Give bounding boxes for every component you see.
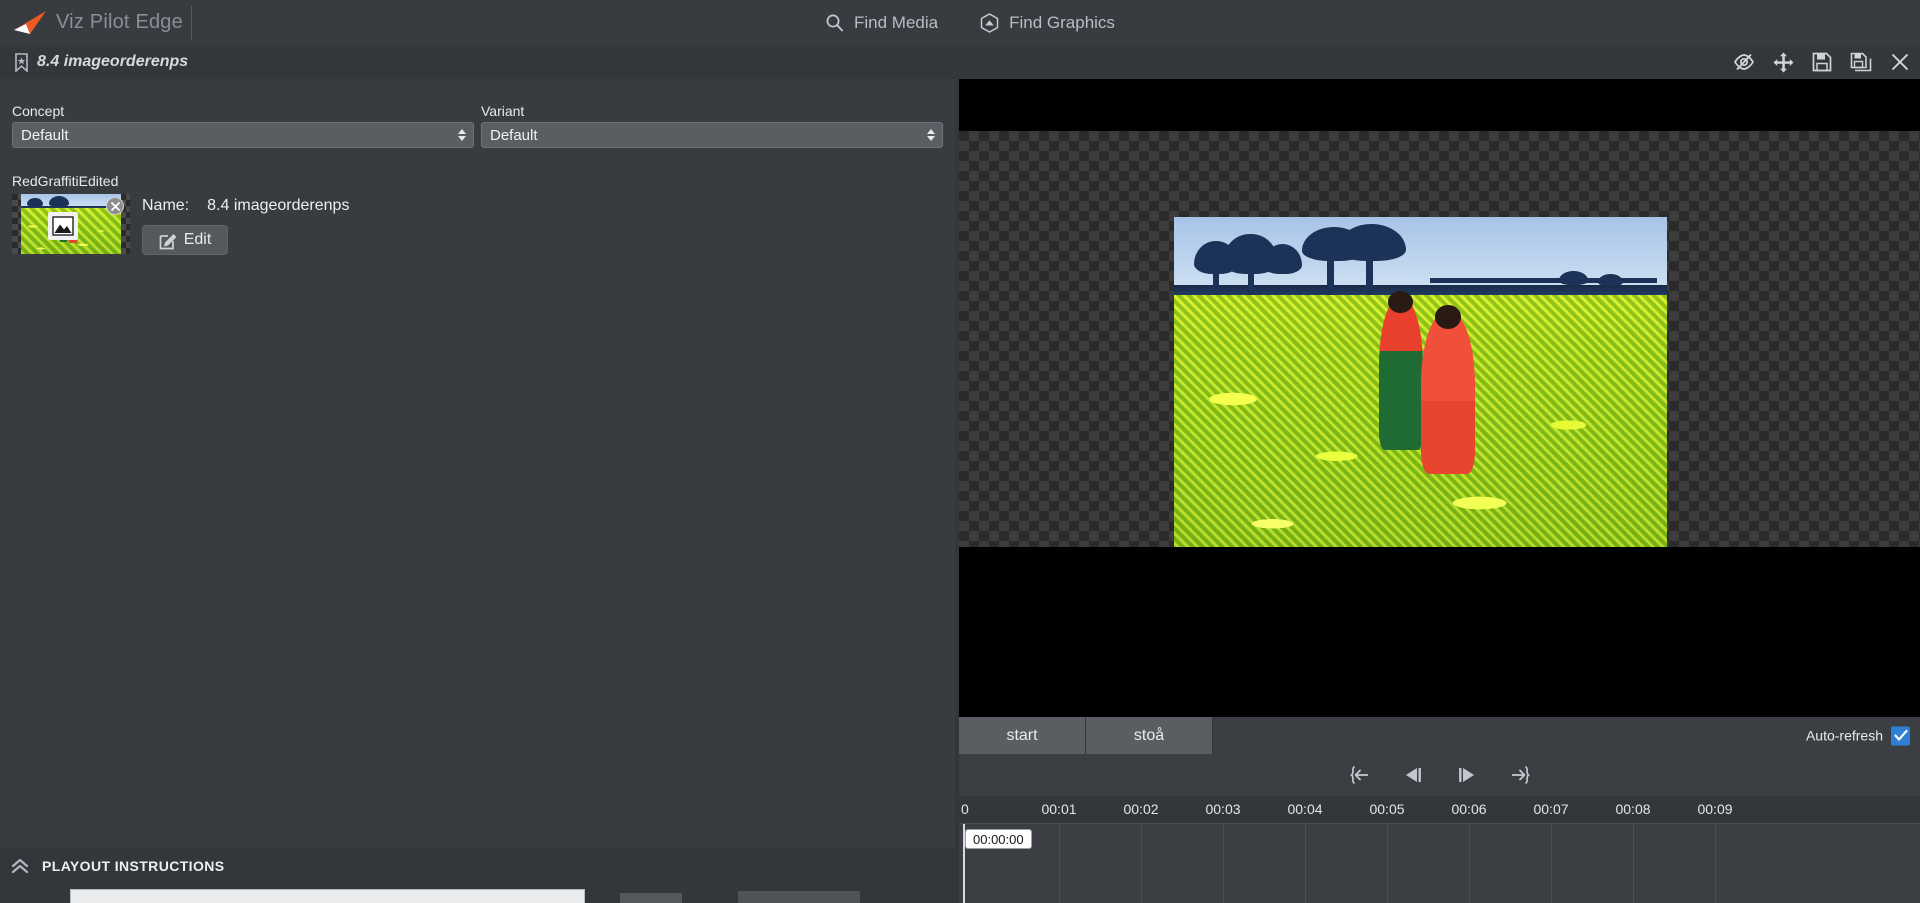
brand-name: Viz Pilot Edge: [56, 11, 183, 33]
variant-label: Variant: [481, 103, 525, 119]
timeline-tick: 00:04: [1287, 801, 1323, 817]
nav-find-media[interactable]: Find Media: [825, 13, 938, 33]
preview-letterbox-top: [959, 79, 1920, 131]
timeline-tick: 00:08: [1615, 801, 1651, 817]
transport-bar: start stoå Auto-refresh: [959, 717, 1920, 754]
media-name-value: 8.4 imageorderenps: [207, 197, 350, 214]
media-thumbnail[interactable]: [12, 194, 130, 254]
close-x-icon[interactable]: [1890, 52, 1910, 72]
document-title-text: 8.4 imageorderenps: [37, 53, 189, 70]
edit-button[interactable]: Edit: [142, 225, 228, 255]
preview-stage[interactable]: [959, 131, 1920, 555]
timeline-tick: 00:06: [1451, 801, 1487, 817]
playout-instructions-header[interactable]: PLAYOUT INSTRUCTIONS: [0, 848, 955, 884]
bookmark-star-icon: [14, 52, 29, 72]
media-meta: Name: 8.4 imageorderenps Edit: [142, 194, 349, 255]
top-nav: Find Media Find Graphics: [825, 13, 1115, 33]
playout-small-button[interactable]: [620, 893, 682, 903]
variant-select[interactable]: Default: [481, 122, 943, 148]
playout-instructions-body: [0, 884, 955, 903]
playout-instructions-label: PLAYOUT INSTRUCTIONS: [42, 858, 225, 874]
nav-find-graphics[interactable]: Find Graphics: [980, 13, 1115, 33]
media-name-label: Name:: [142, 197, 190, 214]
arrow-logo-icon: [10, 8, 50, 38]
timeline-tick: 0: [961, 801, 969, 817]
timeline-tick: 00:09: [1697, 801, 1733, 817]
remove-x-icon[interactable]: [106, 197, 124, 215]
timeline-tick: 00:02: [1123, 801, 1159, 817]
brand: Viz Pilot Edge: [0, 0, 200, 45]
variant-field: Variant Default: [481, 103, 943, 148]
step-controls: [959, 754, 1920, 796]
preview-panel: start stoå Auto-refresh 0 00:01 00:02 00…: [959, 79, 1920, 903]
chevron-updown-icon: [927, 129, 935, 141]
edit-button-label: Edit: [183, 231, 212, 248]
timeline-tick: 00:07: [1533, 801, 1569, 817]
timeline-tracks[interactable]: 00:00:00: [959, 823, 1920, 903]
window-controls: [1733, 45, 1910, 79]
viz-pilot-edge-window: Viz Pilot Edge Find Media Find Graphics …: [0, 0, 1920, 903]
floppy-save-icon[interactable]: [1812, 52, 1832, 72]
start-button[interactable]: start: [959, 717, 1086, 754]
top-bar: Viz Pilot Edge Find Media Find Graphics: [0, 0, 1920, 45]
media-group-label: RedGraffitiEdited: [12, 173, 119, 189]
jump-to-end-button[interactable]: [1506, 762, 1536, 788]
nav-find-graphics-label: Find Graphics: [1009, 12, 1115, 32]
editor-panel: Concept Default Variant Default RedGraff…: [0, 79, 955, 903]
image-placeholder-icon: [48, 212, 78, 240]
concept-field: Concept Default: [12, 103, 474, 148]
move-arrows-icon[interactable]: [1773, 52, 1794, 73]
sub-bar: 8.4 imageorderenps: [0, 45, 1920, 79]
step-forward-button[interactable]: [1452, 762, 1482, 788]
concept-variant-row: Concept Default Variant Default: [0, 103, 955, 155]
chevron-double-up-icon: [10, 857, 30, 875]
media-name-row: Name: 8.4 imageorderenps: [142, 197, 349, 215]
stop-button[interactable]: stoå: [1086, 717, 1213, 754]
playout-wide-button[interactable]: [738, 891, 860, 903]
media-block: RedGraffitiEdited Name: 8.4 imageorderen…: [12, 173, 612, 255]
timeline-ruler[interactable]: 0 00:01 00:02 00:03 00:04 00:05 00:06 00…: [959, 796, 1920, 823]
media-body: Name: 8.4 imageorderenps Edit: [12, 194, 612, 255]
jump-to-start-button[interactable]: [1344, 762, 1374, 788]
concept-label: Concept: [12, 103, 65, 119]
timeline-tick: 00:03: [1205, 801, 1241, 817]
auto-refresh-control: Auto-refresh: [1806, 726, 1910, 745]
chevron-updown-icon: [458, 129, 466, 141]
search-icon: [825, 13, 844, 32]
document-title: 8.4 imageorderenps: [0, 52, 189, 72]
brand-divider: [190, 5, 192, 40]
playhead-time-badge[interactable]: 00:00:00: [965, 829, 1032, 849]
nav-find-media-label: Find Media: [854, 12, 939, 32]
step-back-button[interactable]: [1398, 762, 1428, 788]
hexagon-graphics-icon: [980, 12, 999, 33]
floppy-save-as-icon[interactable]: [1850, 52, 1872, 72]
playout-text-input[interactable]: [70, 889, 585, 903]
variant-select-value: Default: [490, 126, 538, 144]
auto-refresh-label: Auto-refresh: [1805, 727, 1883, 744]
preview-image: [1174, 217, 1667, 555]
auto-refresh-checkbox[interactable]: [1891, 726, 1910, 745]
eye-slash-icon[interactable]: [1733, 53, 1755, 71]
concept-select-value: Default: [21, 126, 69, 144]
edit-pencil-icon: [159, 231, 178, 250]
concept-select[interactable]: Default: [12, 122, 474, 148]
timeline-tick: 00:01: [1041, 801, 1077, 817]
timeline-tick: 00:05: [1369, 801, 1405, 817]
